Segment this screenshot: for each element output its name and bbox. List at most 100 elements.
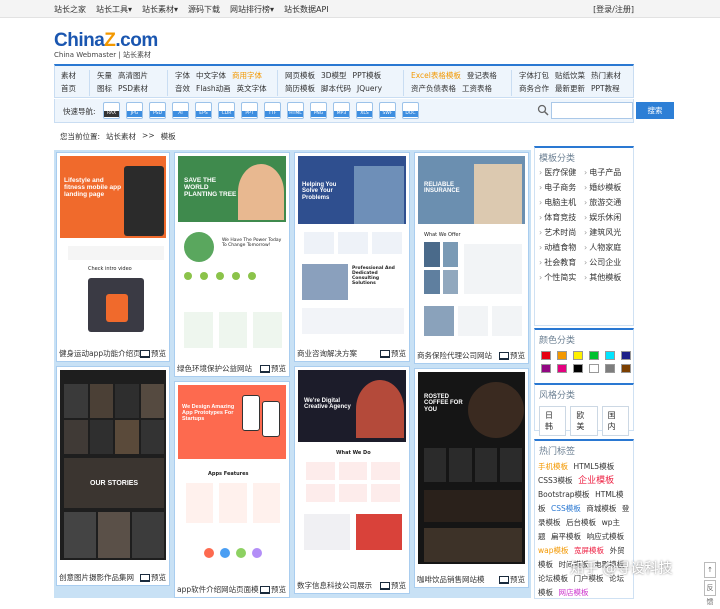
color-swatch[interactable] [621,351,631,360]
template-thumbnail[interactable]: SAVE THE WORLD PLANTING TREE We Have The… [178,156,286,350]
color-swatch[interactable] [605,351,615,360]
login-register-link[interactable]: [登录/注册] [593,4,634,15]
top-link-ranking[interactable]: 网站排行榜▾ [230,4,274,15]
color-swatch[interactable] [557,364,567,373]
format-ppt-icon[interactable]: PPT [241,102,258,119]
nav-link[interactable]: 贴纸饮菜 [555,69,585,82]
top-link-materials[interactable]: 站长素材▾ [142,4,178,15]
color-swatch[interactable] [589,364,599,373]
template-caption[interactable]: 咖啡饮品销售网站模 [417,574,485,585]
style-japan-korea[interactable]: 日韩 [539,406,567,436]
hot-tag[interactable]: wap模板 [538,546,569,555]
category-home[interactable]: 素材 首页 [61,69,81,97]
hot-tag[interactable]: 宽屏模板 [574,546,604,555]
nav-link[interactable]: 高清图片 [118,69,148,82]
color-swatch[interactable] [557,351,567,360]
hot-tag[interactable]: HTML5模板 [574,462,615,471]
top-link-api[interactable]: 站长数据API [284,4,329,15]
template-card[interactable]: Lifestyle and fitness mobile app landing… [56,152,170,362]
format-swf-icon[interactable]: SWF [379,102,396,119]
style-domestic[interactable]: 国内 [601,406,629,436]
nav-link[interactable]: 热门素材 [591,69,621,82]
hot-tag[interactable]: 扁平模板 [551,532,581,541]
format-eps-icon[interactable]: EPS [195,102,212,119]
search-button[interactable]: 搜索 [636,102,674,119]
hot-tag[interactable]: 论坛模板 [538,574,568,583]
category-link[interactable]: 体育竞技 [539,212,584,223]
preview-button[interactable]: 预览 [499,350,525,361]
preview-button[interactable]: 预览 [499,574,525,585]
category-link[interactable]: 其他模板 [584,272,629,283]
nav-link[interactable]: 网页模板 [285,69,315,82]
color-swatch[interactable] [573,351,583,360]
format-ttf-icon[interactable]: TTF [264,102,281,119]
nav-link[interactable]: 工资表格 [462,82,492,95]
template-card[interactable]: We Design Amazing App Prototypes For Sta… [174,381,290,598]
template-thumbnail[interactable]: We're Digital Creative Agency What We Do [298,370,406,568]
nav-link[interactable]: 中文字体 [196,69,226,82]
color-swatch[interactable] [541,364,551,373]
hot-tag[interactable]: 商城模板 [586,504,616,513]
template-thumbnail[interactable]: Helping You Solve Your Problems Professi… [298,156,406,336]
top-link-home[interactable]: 站长之家 [54,4,86,15]
hot-tag[interactable]: 网店模板 [559,588,589,597]
category-link[interactable]: 艺术时尚 [539,227,584,238]
category-link[interactable]: 旅游交通 [584,197,629,208]
category-link[interactable]: 电子产品 [584,167,629,178]
color-swatch[interactable] [589,351,599,360]
category-link[interactable]: 婚纱模板 [584,182,629,193]
top-link-source[interactable]: 源码下载 [188,4,220,15]
category-link[interactable]: 个性简实 [539,272,584,283]
hot-tag[interactable]: 后台模板 [566,518,596,527]
feedback-button[interactable]: 反馈 [704,580,716,606]
template-card[interactable]: RELIABLE INSURANCE What We Offer 商务保险代理公… [414,152,529,364]
template-card[interactable]: Helping You Solve Your Problems Professi… [294,152,410,362]
template-thumbnail[interactable]: ROSTED COFFEE FOR YOU [418,372,525,564]
template-caption[interactable]: 数字信息科技公司展示 [297,580,372,591]
nav-link[interactable]: Flash动画 [196,82,231,95]
breadcrumb-current[interactable]: 模板 [161,131,176,142]
template-card[interactable]: OUR STORIES 创意图片摄影作品集网 预览 [56,366,170,586]
template-thumbnail[interactable]: Lifestyle and fitness mobile app landing… [60,156,166,334]
search-input[interactable] [551,102,633,119]
format-mp3-icon[interactable]: MP3 [333,102,350,119]
format-psd-icon[interactable]: PSD [149,102,166,119]
style-western[interactable]: 欧美 [570,406,598,436]
nav-link[interactable]: PSD素材 [118,82,148,95]
category-link[interactable]: 医疗保健 [539,167,584,178]
category-link[interactable]: 人物家庭 [584,242,629,253]
nav-link[interactable]: 最新更新 [555,82,585,95]
nav-link[interactable]: 字体 [175,69,190,82]
template-caption[interactable]: 商业咨询解决方案 [297,348,357,359]
template-card[interactable]: ROSTED COFFEE FOR YOU 咖啡饮品销售网站模 预览 [414,368,529,588]
back-to-top-button[interactable]: ↑ [704,562,716,578]
template-card[interactable]: We're Digital Creative Agency What We Do… [294,366,410,594]
color-swatch[interactable] [605,364,615,373]
preview-button[interactable]: 预览 [260,584,286,595]
nav-link-highlight[interactable]: Excel表格模板 [411,69,461,82]
template-caption[interactable]: 创意图片摄影作品集网 [59,572,134,583]
category-link[interactable]: 社会教育 [539,257,584,268]
nav-link[interactable]: 登记表格 [467,69,497,82]
category-link[interactable]: 电子商务 [539,182,584,193]
template-thumbnail[interactable]: RELIABLE INSURANCE What We Offer [418,156,525,338]
format-ai-icon[interactable]: AI [172,102,189,119]
template-caption[interactable]: app软件介绍网站页面模 [177,584,259,595]
nav-link[interactable]: 3D模型 [321,69,347,82]
nav-link[interactable]: PPT教程 [591,82,620,95]
category-link[interactable]: 公司企业 [584,257,629,268]
nav-link[interactable]: 图标 [97,82,112,95]
hot-tag[interactable]: 企业模板 [578,476,614,486]
preview-button[interactable]: 预览 [380,348,406,359]
format-png-icon[interactable]: PNG [310,102,327,119]
category-link[interactable]: 建筑风光 [584,227,629,238]
nav-link[interactable]: 音效 [175,82,190,95]
category-link[interactable]: 娱乐休闲 [584,212,629,223]
site-logo[interactable]: ChinaZ.com China Webmaster | 站长素材 [54,30,164,60]
format-html-icon[interactable]: HTML [287,102,304,119]
category-link[interactable]: 电脑主机 [539,197,584,208]
template-caption[interactable]: 健身运动app功能介绍页 [59,348,141,359]
preview-button[interactable]: 预览 [140,572,166,583]
nav-link[interactable]: 矢量 [97,69,112,82]
format-xls-icon[interactable]: XLS [356,102,373,119]
